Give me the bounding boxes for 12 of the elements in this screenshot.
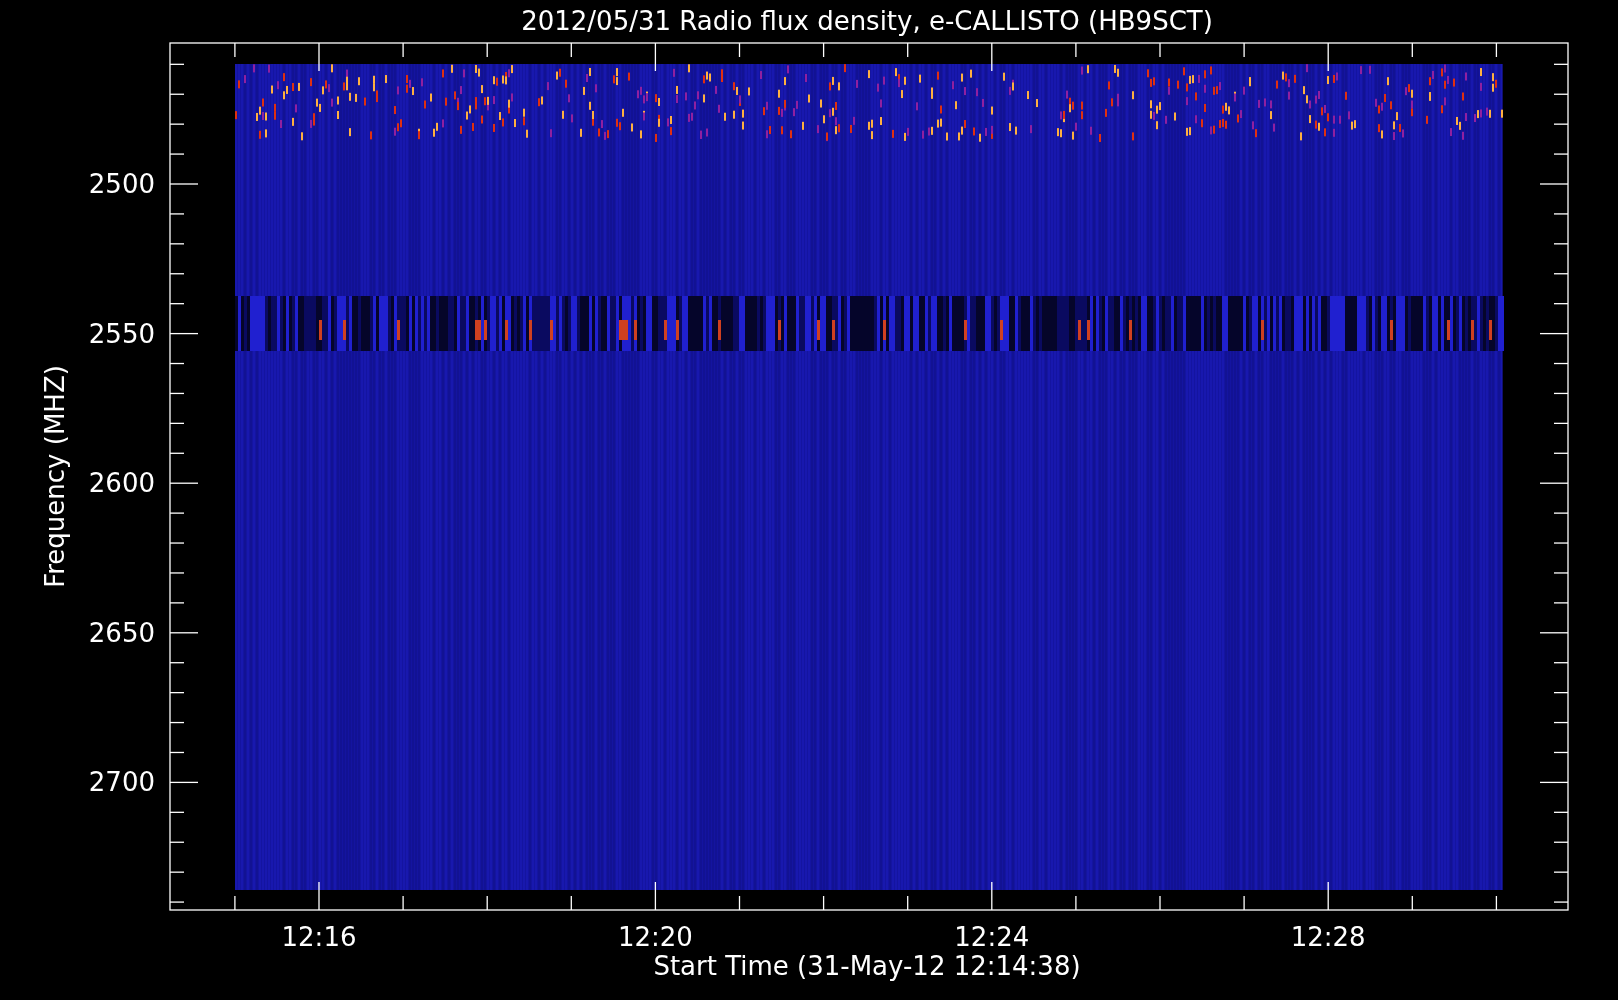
x-tick-label: 12:28 bbox=[1290, 922, 1366, 952]
y-tick-label: 2550 bbox=[88, 318, 155, 349]
x-axis-label: Start Time (31-May-12 12:14:38) bbox=[653, 951, 1081, 981]
x-tick-label: 12:16 bbox=[281, 922, 357, 952]
y-tick-label: 2650 bbox=[88, 617, 155, 648]
x-tick-label: 12:20 bbox=[617, 922, 693, 952]
chart-title: 2012/05/31 Radio flux density, e-CALLISTO (HB9SCT) bbox=[521, 6, 1213, 36]
x-tick-label: 12:24 bbox=[954, 922, 1030, 952]
y-tick-label: 2700 bbox=[88, 767, 155, 798]
y-tick-label: 2500 bbox=[88, 169, 155, 199]
y-tick-label: 2600 bbox=[88, 468, 155, 499]
y-axis-label: Frequency (MHZ) bbox=[40, 365, 70, 588]
